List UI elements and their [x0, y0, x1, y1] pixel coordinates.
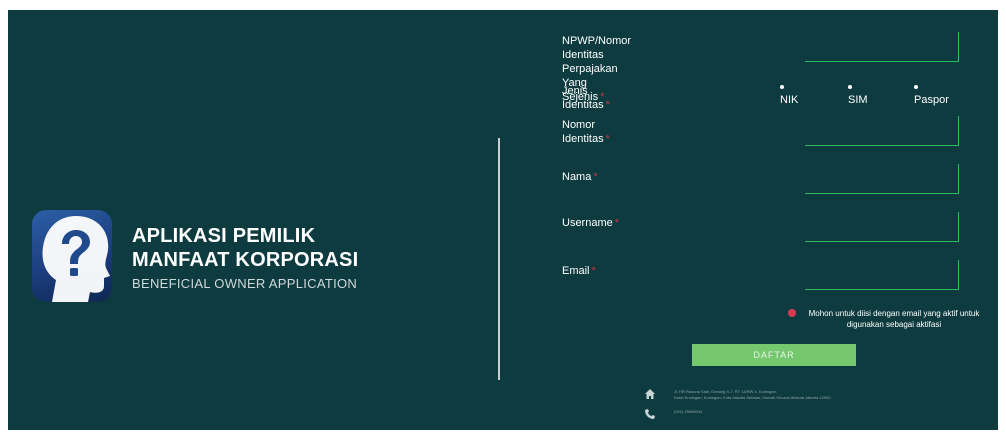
vertical-divider — [498, 138, 500, 380]
alert-icon — [788, 309, 796, 317]
jenis-identitas-label: Jenis Identitas * — [562, 84, 610, 112]
nama-label: Nama * — [562, 170, 598, 184]
radio-paspor[interactable]: Paspor — [914, 82, 949, 106]
npwp-input[interactable] — [805, 32, 959, 62]
radio-nik[interactable]: NIK — [780, 82, 798, 106]
radio-paspor-label: Paspor — [914, 94, 949, 106]
home-icon — [645, 389, 655, 399]
radio-dot-icon — [780, 85, 784, 90]
radio-sim-label: SIM — [848, 94, 868, 106]
email-hint-line2: digunakan sebagai aktifasi — [846, 320, 942, 329]
radio-dot-icon — [914, 85, 918, 90]
nomor-identitas-label-text: Nomor Identitas — [562, 119, 604, 145]
nama-input[interactable] — [805, 164, 959, 194]
email-hint-text: Mohon untuk diisi dengan email yang akti… — [800, 308, 988, 330]
jenis-identitas-label-text: Jenis Identitas — [562, 85, 604, 111]
email-hint-line1: Mohon untuk diisi dengan email yang akti… — [808, 309, 980, 318]
phone-text: (021) 29808044 — [674, 409, 703, 414]
radio-sim[interactable]: SIM — [848, 82, 868, 106]
required-mark: * — [593, 171, 598, 183]
phone-icon — [645, 409, 655, 419]
address-line1: Jl. HR Rasuna Said, Gedung X-7, RT 14/RW… — [674, 389, 777, 394]
username-label: Username * — [562, 216, 619, 230]
nama-label-text: Nama — [562, 171, 592, 183]
radio-dot-icon — [848, 85, 852, 90]
app-subtitle: BENEFICIAL OWNER APPLICATION — [132, 276, 358, 291]
address-line2: Karet Kuningan, Kuningan, Kota Jakarta S… — [674, 395, 831, 400]
daftar-button[interactable]: DAFTAR — [692, 344, 856, 366]
required-mark: * — [605, 99, 610, 111]
required-mark: * — [614, 217, 620, 229]
app-title-line1: APLIKASI PEMILIK — [132, 225, 316, 247]
required-mark: * — [591, 265, 596, 277]
app-title-line2: MANFAAT KORPORASI — [132, 249, 359, 271]
radio-nik-label: NIK — [780, 94, 799, 106]
nomor-identitas-label: Nomor Identitas * — [562, 118, 610, 146]
footer-address-text: Jl. HR Rasuna Said, Gedung X-7, RT 14/RW… — [674, 389, 884, 401]
email-input[interactable] — [805, 260, 959, 290]
brand-text: APLIKASI PEMILIK MANFAAT KORPORASI BENEF… — [132, 224, 358, 291]
required-mark: * — [605, 133, 610, 145]
email-label: Email * — [562, 264, 596, 278]
email-hint: Mohon untuk diisi dengan email yang akti… — [788, 308, 988, 330]
npwp-label-line1: NPWP/Nomor Identitas Perpajakan Yang — [562, 35, 632, 89]
question-head-icon — [32, 210, 112, 302]
username-label-text: Username — [562, 217, 613, 229]
nomor-identitas-input[interactable] — [805, 116, 959, 146]
username-input[interactable] — [805, 212, 959, 242]
registration-panel: APLIKASI PEMILIK MANFAAT KORPORASI BENEF… — [8, 10, 998, 430]
email-label-text: Email — [562, 265, 590, 277]
